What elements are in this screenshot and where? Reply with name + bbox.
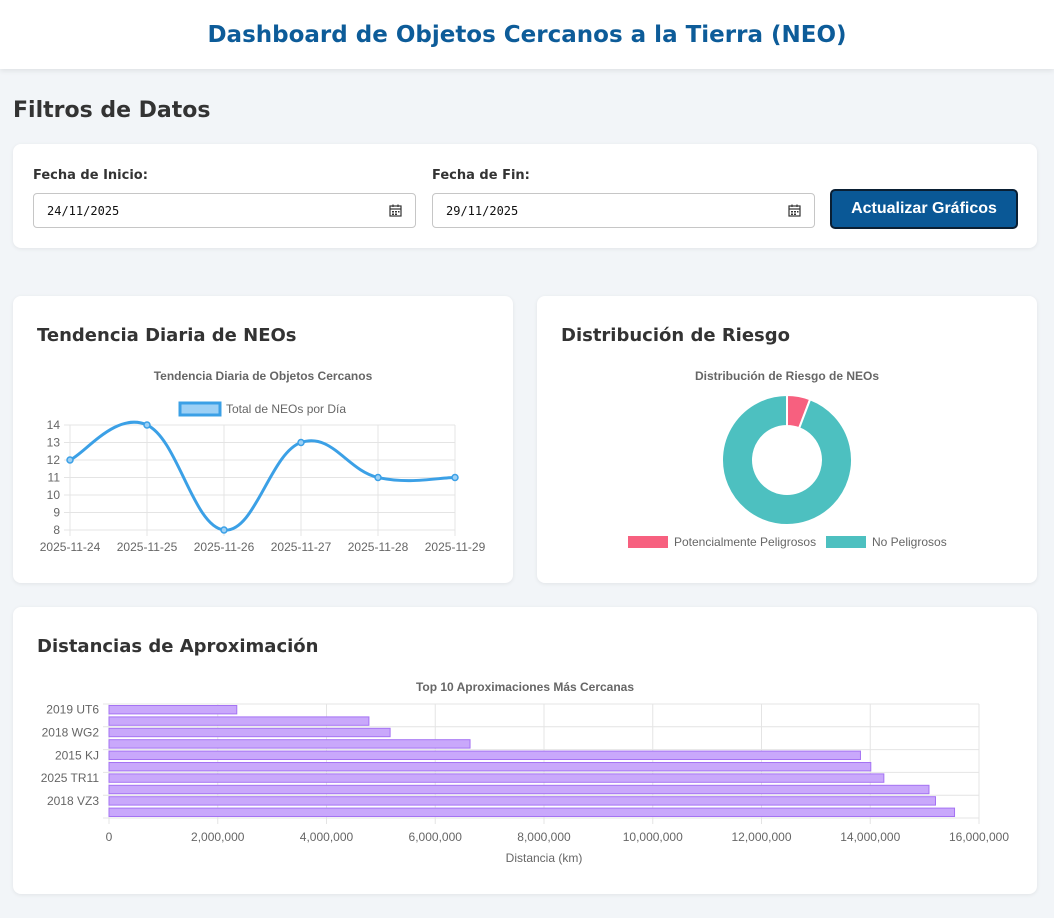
x-tick-label: 2025-11-26 — [194, 540, 255, 554]
x-tick-label: 4,000,000 — [300, 830, 354, 844]
start-date-label: Fecha de Inicio: — [33, 168, 148, 183]
end-date-value: 29/11/2025 — [446, 203, 519, 218]
x-tick-label: 0 — [106, 830, 113, 844]
bar — [108, 705, 238, 715]
data-point — [66, 456, 74, 464]
calendar-icon[interactable] — [389, 204, 402, 217]
data-point — [451, 473, 459, 482]
x-tick-label: 14,000,000 — [840, 830, 900, 844]
data-point — [143, 421, 151, 429]
bar — [108, 727, 391, 738]
y-tick-label: 2018 WG2 — [42, 726, 100, 740]
bar — [108, 750, 861, 761]
bar-chart: Top 10 Aproximaciones Más Cercanas 0 2,000… — [41, 680, 1010, 865]
x-tick-label: 10,000,000 — [623, 830, 683, 844]
end-date-input[interactable]: 29/11/2025 — [432, 193, 815, 228]
y-tick-label: 12 — [47, 453, 61, 467]
pie-slice — [721, 393, 853, 526]
legend-swatch — [628, 536, 668, 548]
donut-chart: Distribución de Riesgo de NEOs Potencialm… — [628, 369, 947, 549]
bar — [108, 762, 872, 772]
y-tick-label: 13 — [47, 436, 61, 450]
y-tick-label: 11 — [48, 471, 61, 485]
x-axis-label: Distancia (km) — [506, 851, 583, 865]
chart-title: Tendencia Diaria de Objetos Cercanos — [154, 369, 373, 383]
bar — [108, 807, 956, 818]
data-point — [374, 473, 382, 482]
bar — [108, 784, 930, 795]
bar — [108, 739, 471, 749]
data-point — [297, 438, 305, 447]
risk-card: Distribución de Riesgo Distribución de R… — [537, 296, 1037, 583]
legend-swatch — [826, 536, 866, 548]
y-tick-label: 2019 UT6 — [46, 703, 99, 717]
y-tick-label: 2025 TR11 — [41, 771, 100, 785]
update-charts-button[interactable]: Actualizar Gráficos — [830, 189, 1018, 229]
y-tick-label: 10 — [47, 488, 61, 502]
start-date-input[interactable]: 24/11/2025 — [33, 193, 416, 228]
bar — [108, 796, 936, 806]
line-chart: Tendencia Diaria de Objetos Cercanos Tota… — [40, 369, 486, 554]
series-line — [69, 420, 456, 532]
legend-label: Potencialmente Peligrosos — [674, 535, 816, 549]
header: Dashboard de Objetos Cercanos a la Tierr… — [0, 0, 1054, 69]
legend-label: No Peligrosos — [872, 535, 947, 549]
legend-label: Total de NEOs por Día — [226, 402, 346, 416]
x-tick-label: 12,000,000 — [731, 830, 791, 844]
y-tick-label: 2015 KJ — [55, 748, 99, 762]
data-point — [220, 526, 228, 534]
bar — [108, 773, 885, 783]
trend-card: Tendencia Diaria de NEOs Tendencia Diari… — [13, 296, 513, 583]
filters-section-title: Filtros de Datos — [13, 98, 211, 123]
y-tick-label: 9 — [53, 506, 60, 520]
y-tick-label: 2018 VZ3 — [47, 794, 99, 808]
end-date-label: Fecha de Fin: — [432, 168, 530, 183]
legend-swatch — [178, 401, 222, 417]
x-tick-label: 2,000,000 — [191, 830, 245, 844]
y-tick-label: 14 — [47, 418, 61, 432]
x-tick-label: 2025-11-29 — [425, 540, 486, 554]
distance-card: Distancias de Aproximación Top 10 Aproxi… — [13, 607, 1037, 894]
start-date-value: 24/11/2025 — [47, 203, 120, 218]
x-tick-label: 8,000,000 — [517, 830, 571, 844]
x-tick-label: 6,000,000 — [409, 830, 463, 844]
chart-title: Top 10 Aproximaciones Más Cercanas — [416, 680, 634, 694]
x-tick-label: 2025-11-24 — [40, 540, 101, 554]
y-tick-label: 8 — [53, 523, 60, 537]
filters-card: Fecha de Inicio: 24/11/2025 Fecha de Fin… — [13, 144, 1037, 248]
x-tick-label: 2025-11-27 — [271, 540, 332, 554]
chart-title: Distribución de Riesgo de NEOs — [695, 369, 879, 383]
bar — [108, 716, 370, 726]
calendar-icon[interactable] — [788, 204, 801, 217]
page-title: Dashboard de Objetos Cercanos a la Tierr… — [207, 21, 847, 48]
x-tick-label: 16,000,000 — [949, 830, 1009, 844]
x-tick-label: 2025-11-28 — [348, 540, 409, 554]
x-tick-label: 2025-11-25 — [117, 540, 178, 554]
